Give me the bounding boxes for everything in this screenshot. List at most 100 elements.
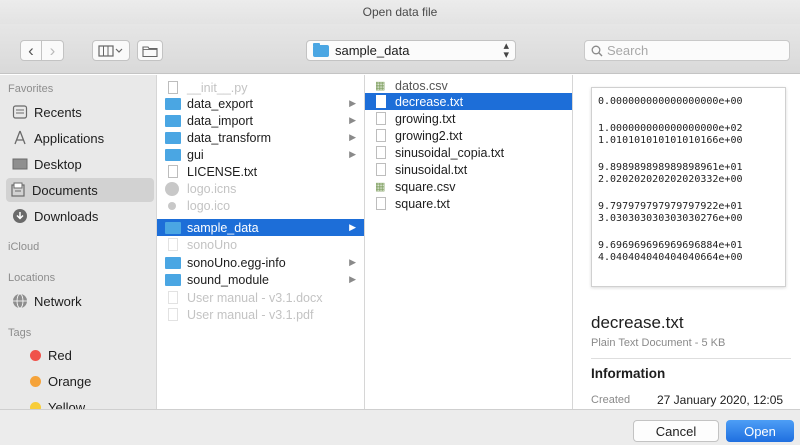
column-view-icon [98,44,123,57]
sidebar-item-label: Recents [34,104,82,120]
desktop-icon [12,158,28,170]
preview-line: 1.010101010101010166e+00 [598,135,743,146]
list-item[interactable]: sinusoidal.txt [365,161,572,178]
list-item[interactable]: ▦ datos.csv [365,77,572,94]
new-folder-button[interactable] [137,40,163,61]
list-item[interactable]: User manual - v3.1.docx [157,289,364,306]
folder-icon [165,221,181,234]
sidebar-header-icloud: iCloud [8,241,40,253]
globe-icon [13,293,27,309]
path-label: sample_data [335,43,410,58]
sidebar-item-downloads[interactable]: Downloads [8,204,154,228]
forward-button[interactable]: › [42,40,64,61]
preview-filename: decrease.txt [591,313,684,332]
orange-tag-dot-icon [30,376,41,387]
list-item[interactable]: LICENSE.txt [157,163,364,180]
document-icon [376,95,386,108]
sidebar-item-label: Downloads [34,208,99,224]
list-item[interactable]: User manual - v3.1.pdf [157,306,364,323]
folder-icon [165,148,181,161]
toolbar: ‹ › sample_data ▴ ▾ Search [0,24,800,74]
chevron-right-icon: ▶ [349,132,356,142]
sidebar-tag-orange[interactable]: Orange [8,369,154,393]
list-item[interactable]: __init__.py [157,79,364,96]
cancel-button[interactable]: Cancel [633,420,719,442]
new-folder-icon [142,45,158,57]
preview-line: 9.898989898989898961e+01 [598,162,743,173]
chevron-right-icon: ▶ [349,98,356,108]
preview-line: 4.040404040404040664e+00 [598,252,743,263]
yellow-tag-dot-icon [30,402,41,409]
sidebar-item-label: Applications [34,130,105,146]
back-button[interactable]: ‹ [20,40,42,61]
list-item[interactable]: sample_data ▶ [157,219,364,236]
sidebar-item-desktop[interactable]: Desktop [8,152,154,176]
folder-icon [165,273,181,286]
list-item[interactable]: sonoUno [157,236,364,253]
downloads-icon [13,209,27,223]
sidebar-item-label: Desktop [34,156,82,172]
list-item[interactable]: square.txt [365,195,572,212]
chevron-left-icon: ‹ [28,41,34,60]
search-placeholder: Search [607,43,649,58]
preview-line: 3.030303030303030276e+00 [598,213,743,224]
list-item[interactable]: logo.icns [157,180,364,197]
sidebar-item-label: Yellow [48,399,86,410]
list-item[interactable]: decrease.txt [365,93,572,110]
sidebar-header-locations: Locations [8,272,56,284]
view-options-button[interactable] [92,40,130,61]
applications-icon [14,130,26,145]
list-item[interactable]: growing.txt [365,110,572,127]
preview-line: 2.020202020202020332e+00 [598,174,743,185]
folder-icon [165,114,181,127]
document-icon [168,308,178,321]
chevron-right-icon: › [49,41,56,60]
list-item[interactable]: logo.ico [157,197,364,214]
chevron-right-icon: ▶ [349,149,356,159]
browser-column-2: ▦ datos.csv decrease.txt growing.txt grow… [364,75,572,409]
document-icon [168,81,178,94]
dropdown-stepper-icon: ▴ ▾ [503,40,509,61]
document-icon [168,238,178,251]
sidebar-item-documents[interactable]: Documents [6,178,154,202]
search-input[interactable]: Search [584,40,790,61]
list-item[interactable]: ▦ square.csv [365,178,572,195]
folder-icon [165,97,181,110]
sidebar-item-applications[interactable]: Applications [8,126,154,150]
sidebar-tag-yellow[interactable]: Yellow [8,395,154,409]
chevron-right-icon: ▶ [349,257,356,267]
list-item[interactable]: data_transform ▶ [157,129,364,146]
document-icon [376,112,386,125]
chevron-right-icon: ▶ [349,274,356,284]
document-icon [376,163,386,176]
divider [591,358,791,359]
chevron-right-icon: ▶ [349,222,356,232]
folder-icon [313,42,329,57]
folder-icon [165,131,181,144]
folder-icon [165,256,181,269]
list-item[interactable]: data_import ▶ [157,112,364,129]
spreadsheet-file-icon: ▦ [375,180,386,193]
list-item[interactable]: sound_module ▶ [157,271,364,288]
preview-pane: 0.000000000000000000e+00 1.0000000000000… [572,75,800,409]
document-icon [168,291,178,304]
sidebar-item-label: Orange [48,373,92,389]
sidebar-item-network[interactable]: Network [8,289,154,313]
clock-icon [12,105,28,119]
sidebar-item-recents[interactable]: Recents [8,100,154,124]
sidebar-item-label: Red [48,347,72,363]
list-item[interactable]: growing2.txt [365,127,572,144]
preview-line: 1.000000000000000000e+02 [598,123,743,134]
list-item[interactable]: gui ▶ [157,146,364,163]
sidebar-tag-red[interactable]: Red [8,343,154,367]
path-dropdown[interactable]: sample_data ▴ ▾ [306,40,516,61]
list-item[interactable]: data_export ▶ [157,95,364,112]
list-item[interactable]: sonoUno.egg-info ▶ [157,254,364,271]
sidebar-header-tags: Tags [8,327,32,339]
browser-column-1: __init__.py data_export ▶ data_import ▶ da… [156,75,364,409]
documents-icon [11,182,25,197]
list-item[interactable]: sinusoidal_copia.txt [365,144,572,161]
chevron-right-icon: ▶ [349,115,356,125]
open-button[interactable]: Open [726,420,794,442]
spreadsheet-file-icon: ▦ [375,79,386,92]
